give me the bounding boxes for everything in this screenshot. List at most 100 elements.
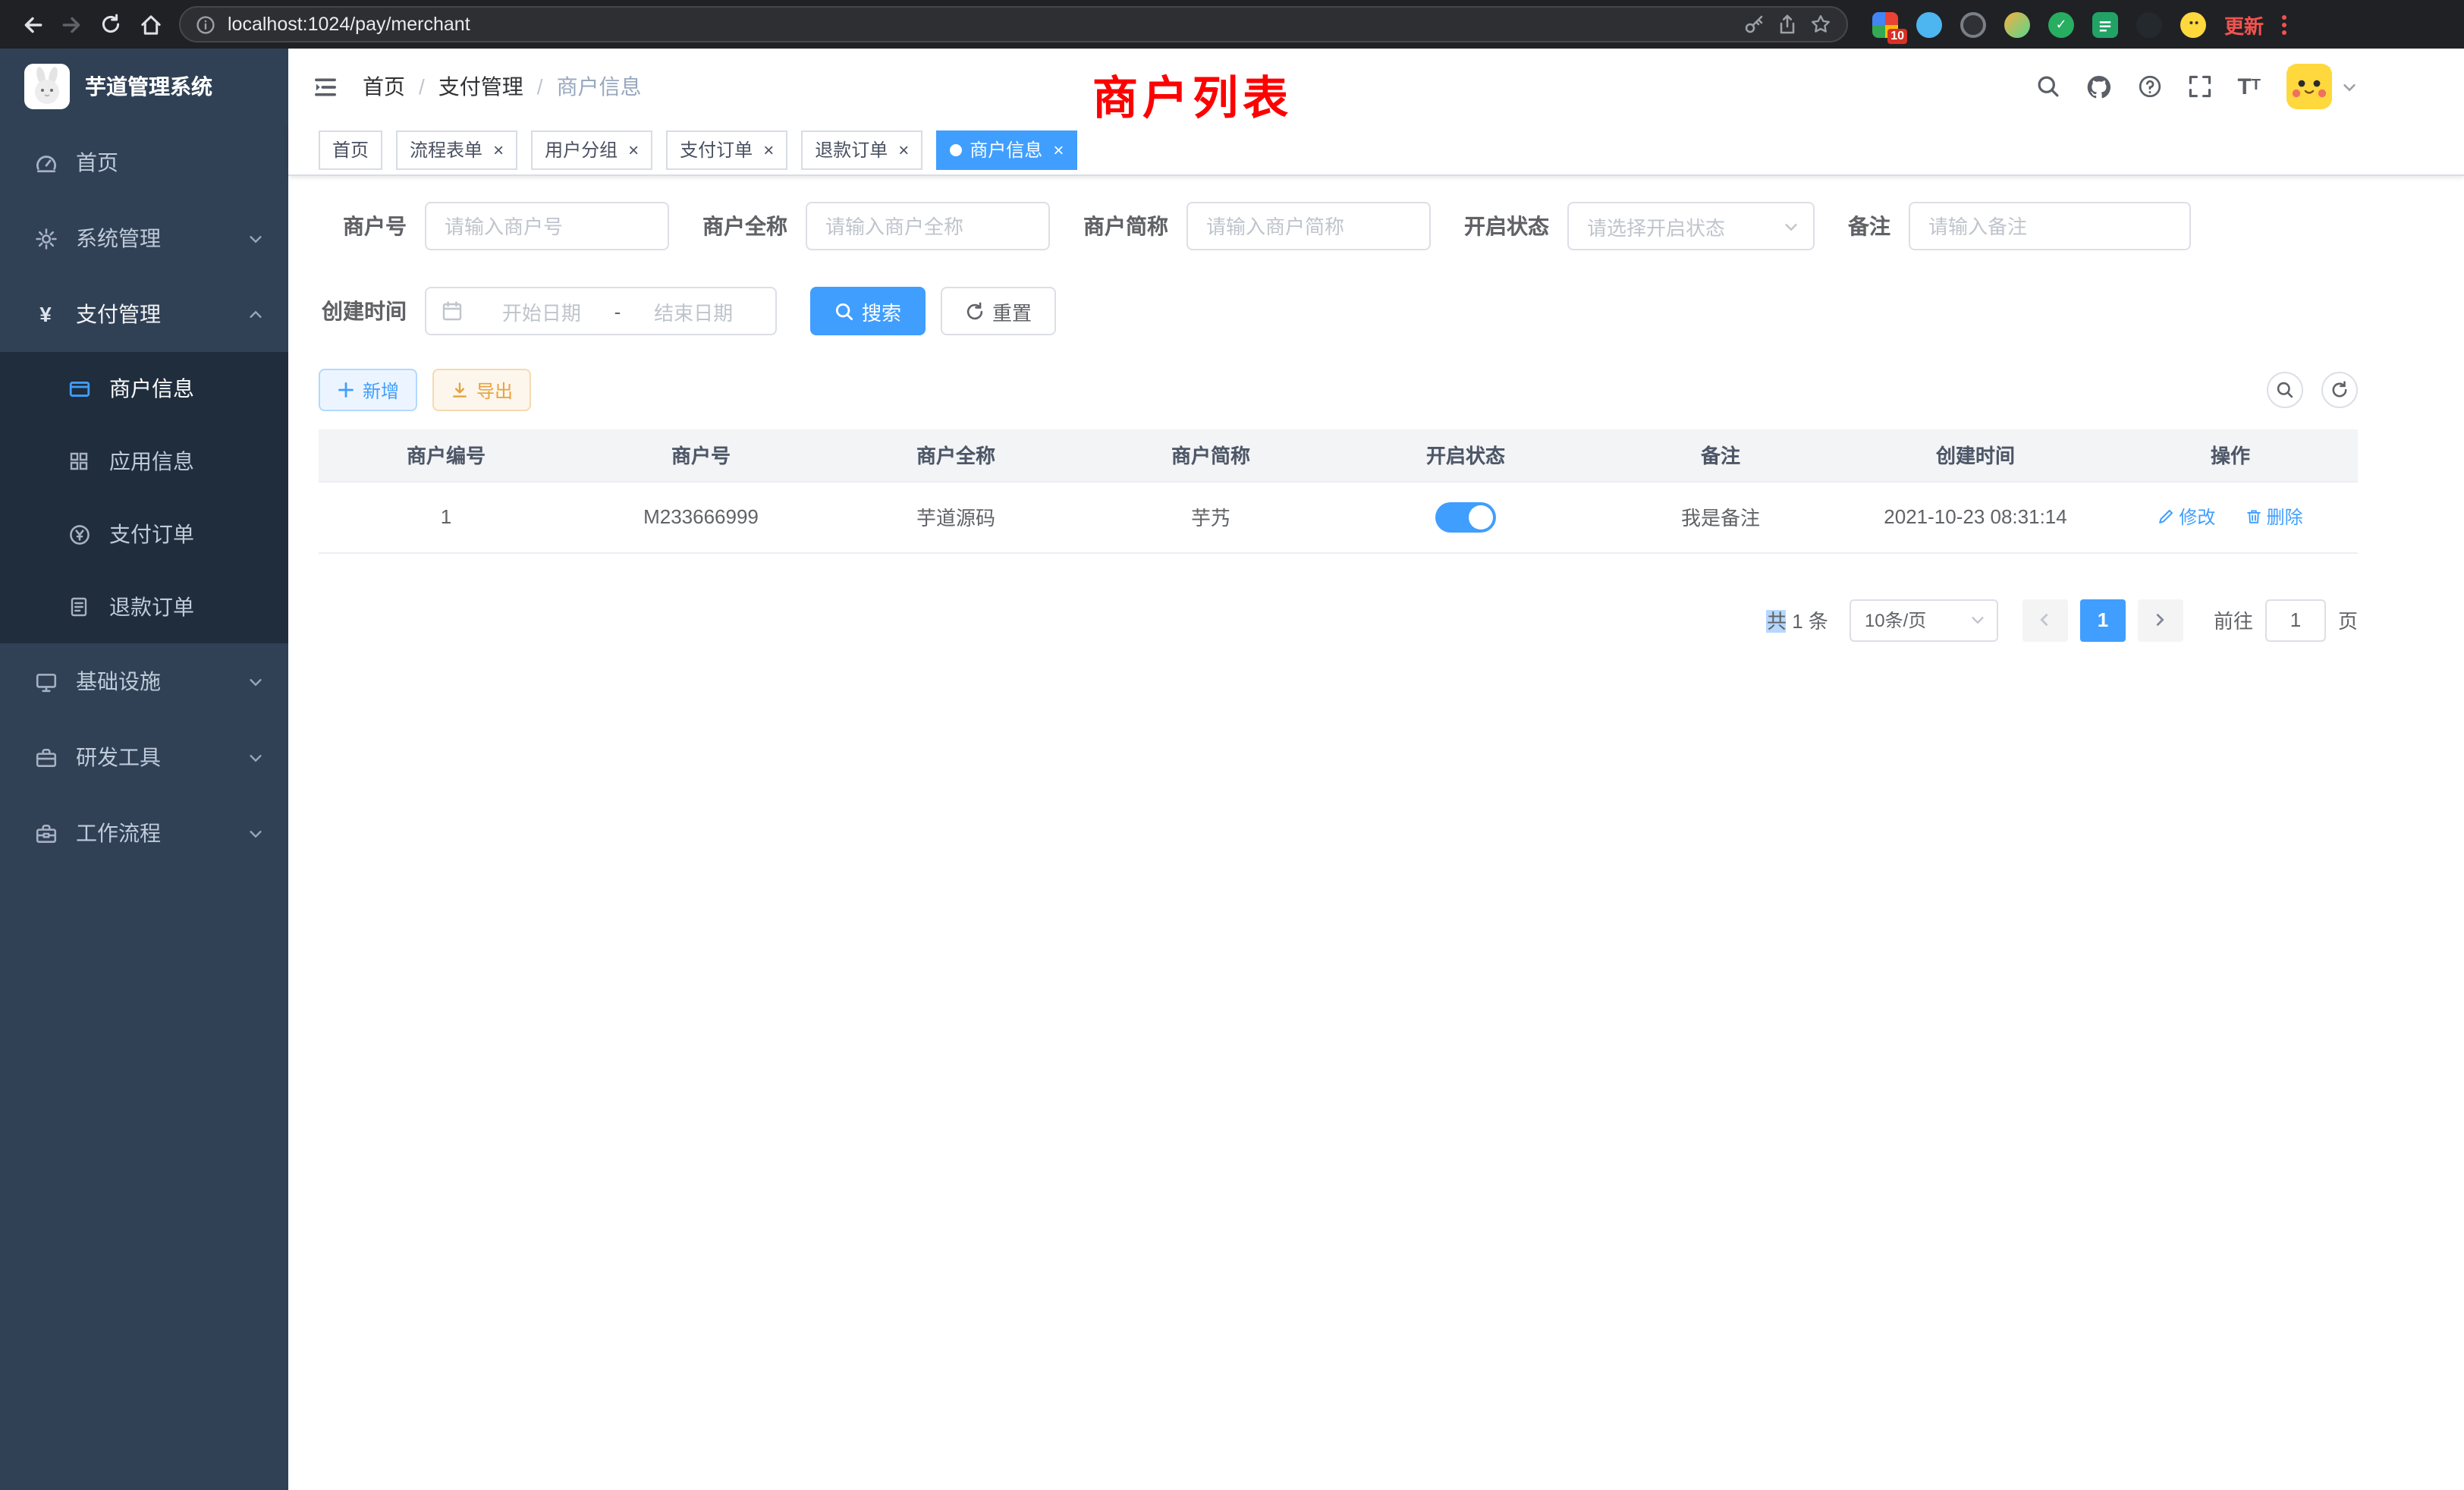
sidebar-item-home[interactable]: 首页 (0, 124, 288, 200)
reload-button[interactable] (91, 5, 130, 44)
sidebar-item-system[interactable]: 系统管理 (0, 200, 288, 276)
page-size-select[interactable]: 10条/页 (1850, 599, 1998, 641)
chevron-right-icon (2152, 611, 2169, 628)
extension-blue-drop-icon[interactable] (1916, 11, 1942, 37)
toolbox-icon (33, 746, 58, 769)
sidebar-logo[interactable]: 芋道管理系统 (0, 49, 288, 124)
status-toggle[interactable] (1435, 501, 1496, 532)
search-button-label: 搜索 (862, 297, 901, 325)
create-time-range-picker[interactable]: 开始日期 - 结束日期 (425, 287, 777, 335)
extension-smiley-icon[interactable] (2180, 11, 2206, 37)
tab-pay-order[interactable]: 支付订单 × (666, 130, 787, 169)
reset-button[interactable]: 重置 (941, 287, 1056, 335)
page-content: 商户号 商户全称 商户简称 开启状态 请选择开启状态 (288, 176, 2464, 1490)
refresh-table-button[interactable] (2321, 372, 2358, 408)
header-search-button[interactable] (2035, 74, 2060, 99)
start-date-placeholder: 开始日期 (475, 297, 608, 325)
add-button[interactable]: 新增 (319, 369, 417, 411)
sidebar-item-workflow[interactable]: 工作流程 (0, 795, 288, 871)
sidebar-item-app-info[interactable]: 应用信息 (0, 425, 288, 498)
chrome-update-button[interactable]: 更新 (2224, 10, 2264, 39)
breadcrumb-payment[interactable]: 支付管理 (438, 71, 523, 102)
home-button[interactable] (130, 5, 170, 44)
user-menu[interactable] (2286, 64, 2358, 109)
sidebar-item-infrastructure[interactable]: 基础设施 (0, 643, 288, 719)
status-select[interactable]: 请选择开启状态 (1567, 202, 1815, 250)
address-bar[interactable]: localhost:1024/pay/merchant (179, 6, 1848, 42)
close-icon[interactable]: × (628, 140, 639, 159)
sidebar-item-merchant-info[interactable]: 商户信息 (0, 352, 288, 425)
filter-merchant-no: 商户号 (319, 202, 669, 250)
extension-colorful-icon[interactable]: 10 (1872, 11, 1898, 37)
sidebar-item-devtools[interactable]: 研发工具 (0, 719, 288, 795)
font-size-button[interactable]: TT (2237, 75, 2261, 98)
browser-menu-button[interactable] (2273, 8, 2296, 40)
extension-dark-ring-icon[interactable] (1960, 11, 1986, 37)
tab-merchant-info[interactable]: 商户信息 × (936, 130, 1077, 169)
extensions-area: 10 ✓ (1872, 11, 2206, 37)
col-actions: 操作 (2103, 429, 2358, 481)
export-button[interactable]: 导出 (432, 369, 531, 411)
toggle-search-button[interactable] (2267, 372, 2303, 408)
close-icon[interactable]: × (1053, 140, 1064, 159)
tab-refund-order[interactable]: 退款订单 × (801, 130, 922, 169)
breadcrumb-home[interactable]: 首页 (363, 71, 405, 102)
pagination-goto: 前往 页 (2214, 599, 2358, 641)
close-icon[interactable]: × (898, 140, 909, 159)
prev-page-button[interactable] (2022, 599, 2068, 641)
page-number-1[interactable]: 1 (2080, 599, 2126, 641)
goto-page-input[interactable] (2265, 599, 2326, 641)
site-info-icon[interactable] (196, 14, 215, 34)
reset-button-label: 重置 (992, 297, 1032, 325)
next-page-button[interactable] (2138, 599, 2183, 641)
table-tools (2267, 372, 2358, 408)
font-size-icon: T (2237, 75, 2251, 98)
add-button-label: 新增 (363, 377, 399, 403)
chevron-down-icon (247, 749, 264, 765)
doc-lines-icon (2098, 17, 2112, 31)
sidebar-item-payment[interactable]: ¥ 支付管理 (0, 276, 288, 352)
delete-button[interactable]: 删除 (2246, 504, 2303, 530)
app-title: 芋道管理系统 (85, 71, 212, 102)
home-icon (139, 13, 162, 36)
merchant-name-input[interactable] (806, 202, 1050, 250)
tab-home[interactable]: 首页 (319, 130, 382, 169)
extension-avatar-icon[interactable] (2004, 11, 2030, 37)
tab-user-group[interactable]: 用户分组 × (531, 130, 652, 169)
table-row: 1 M233666999 芋道源码 芋艿 我是备注 2021-10-23 08:… (319, 481, 2358, 552)
share-button[interactable] (1777, 14, 1798, 35)
back-button[interactable] (12, 5, 52, 44)
help-button[interactable] (2137, 74, 2161, 99)
extension-github-icon[interactable] (2136, 11, 2162, 37)
pagination-total: 共 1 条 (1767, 605, 1828, 634)
extension-green-doc-icon[interactable] (2092, 11, 2118, 37)
edit-button[interactable]: 修改 (2158, 504, 2215, 530)
forward-button[interactable] (52, 5, 91, 44)
sidebar-item-refund-order[interactable]: 退款订单 (0, 571, 288, 643)
short-name-input[interactable] (1186, 202, 1431, 250)
document-icon (67, 596, 91, 618)
sidebar-toggle-button[interactable] (313, 74, 338, 99)
fullscreen-button[interactable] (2187, 74, 2211, 99)
close-icon[interactable]: × (763, 140, 774, 159)
sidebar-item-pay-order[interactable]: 支付订单 (0, 498, 288, 571)
download-icon (451, 381, 469, 399)
github-link-button[interactable] (2085, 74, 2111, 99)
url-text[interactable]: localhost:1024/pay/merchant (228, 14, 1731, 35)
select-placeholder: 请选择开启状态 (1587, 212, 1725, 240)
search-button[interactable]: 搜索 (810, 287, 926, 335)
avatar (2286, 64, 2332, 109)
bookmark-button[interactable] (1810, 14, 1831, 35)
question-icon (2137, 74, 2161, 99)
remark-input[interactable] (1909, 202, 2191, 250)
extension-green-check-icon[interactable]: ✓ (2048, 11, 2074, 37)
main-area: 首页 / 支付管理 / 商户信息 商户列表 (288, 49, 2464, 1490)
filter-label: 开启状态 (1464, 211, 1549, 241)
password-key-icon[interactable] (1743, 14, 1765, 35)
tab-process-form[interactable]: 流程表单 × (396, 130, 517, 169)
close-icon[interactable]: × (493, 140, 504, 159)
filter-row-2: 创建时间 开始日期 - 结束日期 搜索 (319, 287, 2358, 335)
merchant-no-input[interactable] (425, 202, 669, 250)
doc-glyph-icon (68, 596, 90, 618)
col-remark: 备注 (1593, 429, 1848, 481)
